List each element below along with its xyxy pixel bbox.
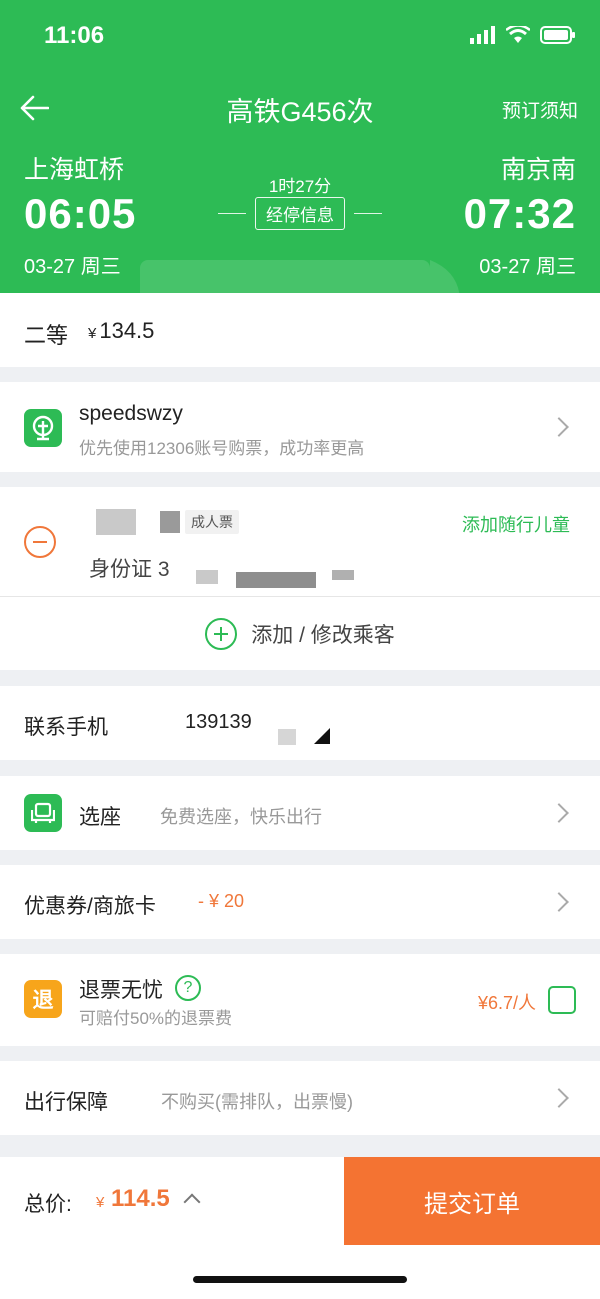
refund-icon: 退: [24, 980, 62, 1018]
refund-title: 退票无忧: [79, 979, 163, 1002]
coupon-value: - ¥ 20: [198, 891, 245, 911]
ticket-type-badge: 成人票: [185, 510, 239, 534]
seat-price-value: 134.5: [99, 318, 155, 343]
currency-symbol: ¥: [96, 1194, 105, 1211]
status-icons: [470, 26, 576, 44]
status-bar: 11:06: [0, 0, 600, 72]
id-number-fragment: 3: [157, 558, 170, 581]
seat-class-card: 二等 ¥134.5: [0, 293, 600, 367]
signal-icon: [470, 26, 495, 44]
divider-line: [218, 212, 246, 214]
seat-icon: [24, 794, 62, 832]
add-edit-passenger-button[interactable]: 添加 / 修改乘客: [0, 597, 600, 670]
seat-selection-label: 选座: [79, 806, 121, 829]
contact-phone-label: 联系手机: [24, 716, 108, 739]
seat-class: 二等: [24, 323, 69, 348]
travel-insurance-label: 出行保障: [24, 1091, 108, 1114]
arrival-time: 07:32: [463, 190, 576, 237]
total-price-label: 总价:: [24, 1193, 72, 1216]
wifi-icon: [506, 26, 530, 43]
currency-symbol: ¥: [88, 325, 97, 342]
booking-notice-link[interactable]: 预订须知: [502, 96, 578, 123]
home-indicator-area: [0, 1245, 600, 1299]
arrival-date: 03-27 周三: [479, 256, 576, 278]
refund-subtitle: 可赔付50%的退票费: [79, 1009, 233, 1028]
total-price: 114.5: [111, 1185, 170, 1212]
status-time: 11:06: [44, 22, 105, 49]
departure-time: 06:05: [24, 190, 137, 237]
id-label-text: 身份证: [89, 558, 152, 581]
stops-row: 经停信息: [218, 196, 382, 230]
refund-price: ¥6.7/人: [477, 993, 536, 1013]
contact-phone-input[interactable]: 139139: [185, 711, 252, 734]
seat-price: ¥134.5: [88, 318, 154, 344]
train-silhouette-icon: [140, 260, 460, 293]
masked-phone: [278, 729, 296, 745]
account-card[interactable]: speedswzy 优先使用12306账号购票，成功率更高: [0, 382, 600, 472]
add-child-link[interactable]: 添加随行儿童: [462, 511, 570, 537]
plus-circle-icon: [205, 617, 238, 650]
nav-bar: 高铁G456次 预订须知: [0, 82, 600, 132]
add-edit-passenger-label: 添加 / 修改乘客: [251, 623, 395, 647]
header: 11:06 高铁G456次 预订须知 上海虹桥 南京南 06:05 07:32 …: [0, 0, 600, 293]
stops-info-button[interactable]: 经停信息: [255, 196, 345, 230]
id-type-label: 身份证 3: [89, 553, 170, 583]
submit-order-button[interactable]: 提交订单: [344, 1157, 600, 1245]
remove-passenger-button[interactable]: [24, 526, 56, 558]
masked-name: [96, 509, 136, 535]
masked-id: [236, 572, 316, 588]
masked-id: [196, 570, 218, 584]
departure-date: 03-27 周三: [24, 256, 121, 278]
railway-logo-icon: [24, 409, 62, 447]
masked-phone: [314, 728, 330, 744]
coupon-label: 优惠券/商旅卡: [24, 895, 156, 918]
masked-name: [160, 511, 180, 533]
trip-duration: 1时27分: [268, 177, 332, 196]
account-name: speedswzy: [79, 402, 183, 425]
divider-line: [354, 212, 382, 214]
help-question-icon[interactable]: ?: [175, 975, 201, 1001]
home-indicator[interactable]: [193, 1276, 407, 1283]
masked-id: [332, 570, 354, 580]
account-tip: 优先使用12306账号购票，成功率更高: [79, 439, 365, 458]
travel-insurance-hint: 不购买(需排队，出票慢): [161, 1092, 353, 1112]
battery-icon: [540, 26, 575, 44]
refund-checkbox[interactable]: [548, 986, 576, 1014]
chevron-right-icon: [549, 417, 569, 437]
seat-selection-hint: 免费选座，快乐出行: [160, 807, 322, 827]
